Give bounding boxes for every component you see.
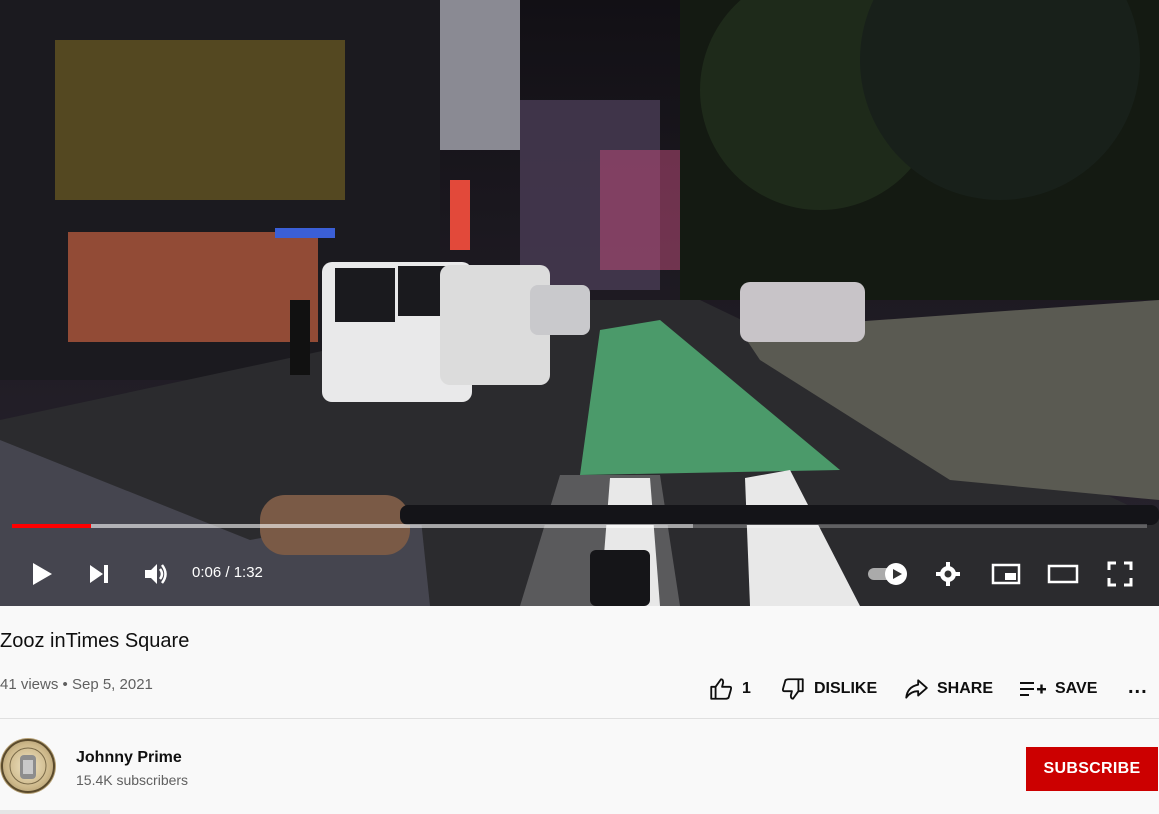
autoplay-toggle-icon (868, 563, 907, 585)
share-label: SHARE (937, 680, 994, 697)
upload-date: Sep 5, 2021 (71, 676, 153, 693)
play-button[interactable] (24, 556, 60, 592)
thumbs-down-icon (781, 678, 804, 700)
video-frame (0, 0, 1159, 606)
video-title: Zooz inTimes Square (0, 630, 190, 652)
progress-bar[interactable] (12, 524, 1147, 528)
like-count: 1 (742, 680, 751, 697)
video-player[interactable]: 0:06 / 1:32 (0, 0, 1159, 606)
share-icon (905, 679, 928, 699)
settings-icon (936, 562, 960, 586)
dislike-label: DISLIKE (814, 680, 878, 697)
play-icon (33, 563, 52, 585)
more-actions-button[interactable]: ... (1128, 672, 1148, 702)
description-placeholder (0, 810, 110, 814)
next-button[interactable] (81, 556, 117, 592)
more-icon: ... (1128, 675, 1148, 698)
settings-button[interactable] (930, 556, 966, 592)
fullscreen-button[interactable] (1102, 556, 1138, 592)
dislike-button[interactable]: DISLIKE (780, 674, 877, 704)
meta-separator: • (62, 676, 68, 693)
playlist-add-icon (1020, 682, 1046, 696)
progress-played (12, 524, 92, 528)
fullscreen-icon (1107, 561, 1133, 587)
like-button[interactable]: 1 (708, 674, 751, 704)
avatar-image (1, 739, 55, 793)
channel-avatar[interactable] (0, 738, 56, 794)
save-button[interactable]: SAVE (1019, 674, 1097, 704)
video-meta: 41 views • Sep 5, 2021 (0, 676, 153, 693)
theater-icon (1047, 564, 1079, 584)
autoplay-toggle[interactable] (866, 556, 910, 592)
progress-loaded (12, 524, 693, 528)
subscribe-button[interactable]: SUBSCRIBE (1026, 747, 1158, 791)
share-button[interactable]: SHARE (903, 674, 993, 704)
thumbs-up-icon (710, 678, 733, 700)
theater-button[interactable] (1045, 556, 1081, 592)
volume-icon (145, 564, 167, 584)
divider (0, 718, 1159, 719)
player-controls: 0:06 / 1:32 (0, 524, 1159, 606)
miniplayer-button[interactable] (988, 556, 1024, 592)
save-label: SAVE (1055, 680, 1098, 697)
subscriber-count: 15.4K subscribers (76, 772, 189, 788)
time-display: 0:06 / 1:32 (192, 564, 263, 581)
view-count: 41 views (0, 676, 59, 693)
miniplayer-icon (991, 563, 1021, 585)
channel-name[interactable]: Johnny Prime (76, 749, 182, 767)
volume-button[interactable] (138, 556, 174, 592)
next-icon (90, 565, 108, 583)
